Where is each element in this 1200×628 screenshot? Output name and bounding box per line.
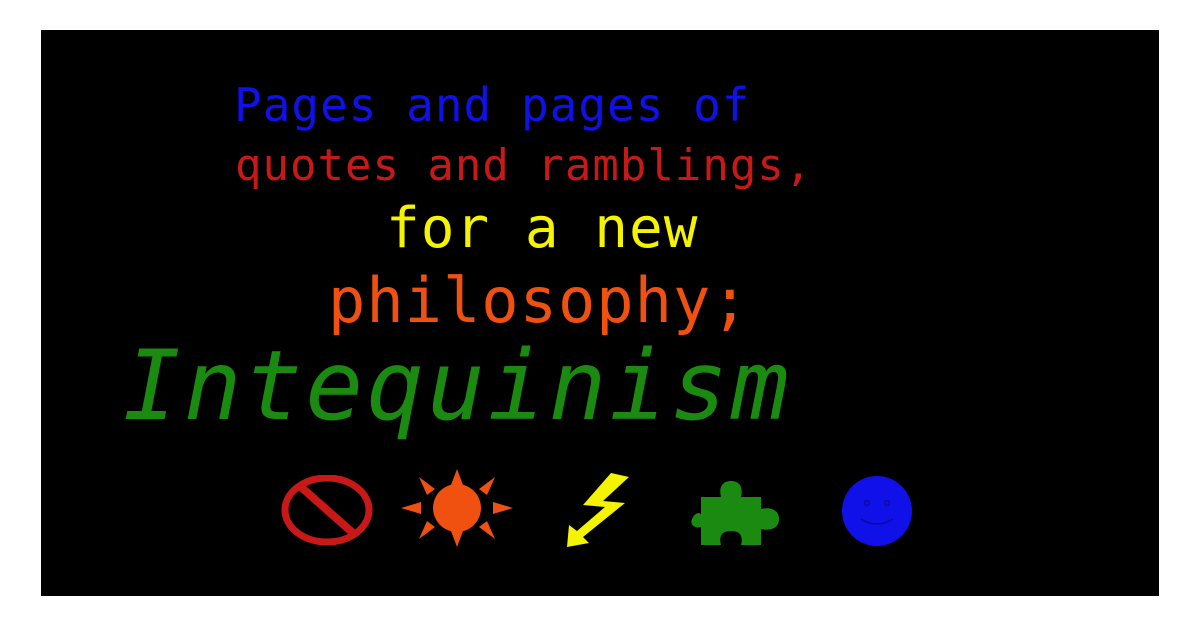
smiley-face-icon	[842, 476, 912, 546]
headline-line-4: philosophy;	[328, 264, 750, 337]
headline-line-3: for a new	[386, 196, 699, 261]
icon-row	[41, 469, 1159, 565]
lightning-arrow-icon	[567, 473, 629, 547]
headline-line-1: Pages and pages of	[234, 78, 751, 132]
no-symbol-icon	[281, 475, 373, 545]
headline-title: Intequinism	[123, 330, 792, 442]
puzzle-piece-icon	[691, 481, 779, 545]
sun-icon	[401, 469, 513, 547]
headline-line-2: quotes and ramblings,	[235, 140, 813, 191]
banner-panel: Pages and pages of quotes and ramblings,…	[41, 30, 1159, 596]
